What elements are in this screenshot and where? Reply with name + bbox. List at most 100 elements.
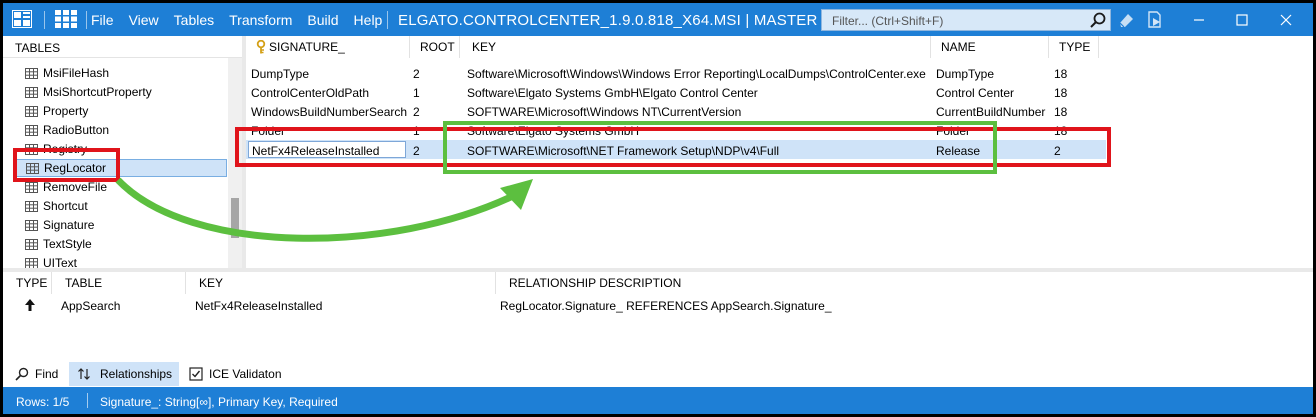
table-icon	[25, 238, 38, 250]
table-icon	[25, 86, 38, 98]
menu-file[interactable]: File	[91, 12, 114, 28]
column-header-label: TABLE	[65, 276, 103, 290]
cell-type[interactable]: 18	[1054, 67, 1067, 81]
column-header-signature[interactable]: SIGNATURE_	[246, 36, 410, 58]
cell-type[interactable]: 18	[1054, 86, 1067, 100]
cell-signature[interactable]: Folder	[251, 124, 409, 138]
cell-key[interactable]: Software\Elgato Systems GmbH\Elgato Cont…	[467, 86, 932, 100]
rel-column-description[interactable]: RELATIONSHIP DESCRIPTION	[496, 272, 1313, 294]
column-header-label: RELATIONSHIP DESCRIPTION	[509, 276, 682, 290]
column-header-label: ROOT	[420, 40, 455, 54]
cell-type[interactable]: 2	[1054, 144, 1061, 158]
tab-label: Relationships	[100, 367, 173, 381]
table-icon	[25, 105, 38, 117]
build-run-icon[interactable]	[1145, 10, 1165, 30]
relationships-panel: TYPE TABLE KEY RELATIONSHIP DESCRIPTION …	[3, 272, 1313, 358]
table-row-selected[interactable]: NetFx4ReleaseInstalled 2 SOFTWARE\Micros…	[246, 140, 1106, 159]
column-header-name[interactable]: NAME	[931, 36, 1049, 58]
table-item[interactable]: Shortcut	[11, 197, 226, 215]
cell-signature[interactable]: DumpType	[251, 67, 409, 81]
column-header-label: NAME	[941, 40, 976, 54]
table-item[interactable]: Signature	[11, 216, 226, 234]
bottom-tabs: Find Relationships ICE Validaton	[3, 361, 1313, 387]
rel-cell-key[interactable]: NetFx4ReleaseInstalled	[195, 299, 322, 313]
cell-root[interactable]: 1	[413, 124, 420, 138]
tables-header: TABLES	[3, 36, 242, 58]
filter-input[interactable]	[830, 12, 1084, 30]
checkbox-icon	[189, 367, 203, 381]
column-header-label: TYPE	[1059, 40, 1091, 54]
tab-label: ICE Validaton	[209, 367, 282, 381]
table-item[interactable]: Registry	[11, 140, 226, 158]
table-item[interactable]: MsiShortcutProperty	[11, 83, 226, 101]
cell-name[interactable]: Control Center	[936, 86, 1048, 100]
filter-box	[821, 9, 1111, 31]
table-row[interactable]: Folder 1 Software\Elgato Systems GmbH Fo…	[246, 121, 1106, 140]
table-item[interactable]: RemoveFile	[11, 178, 226, 196]
tables-panel: TABLES MsiFileHash MsiShortcutProperty P…	[3, 36, 242, 270]
rel-cell-description[interactable]: RegLocator.Signature_ REFERENCES AppSear…	[500, 299, 832, 313]
rel-cell-table[interactable]: AppSearch	[61, 299, 120, 313]
table-row[interactable]: ControlCenterOldPath 1 Software\Elgato S…	[246, 83, 1106, 102]
scrollbar-thumb[interactable]	[231, 198, 239, 238]
menu-transform[interactable]: Transform	[229, 12, 292, 28]
cell-signature[interactable]: NetFx4ReleaseInstalled	[252, 144, 402, 158]
tab-ice-validation[interactable]: ICE Validaton	[185, 362, 295, 386]
cell-name[interactable]: CurrentBuildNumber	[936, 105, 1048, 119]
cell-type[interactable]: 18	[1054, 124, 1067, 138]
menu-view[interactable]: View	[129, 12, 159, 28]
table-icon	[25, 219, 38, 231]
minimize-button[interactable]	[1176, 3, 1222, 36]
cell-key[interactable]: SOFTWARE\Microsoft\NET Framework Setup\N…	[467, 144, 932, 158]
column-header-type[interactable]: TYPE	[1049, 36, 1099, 58]
cell-signature[interactable]: ControlCenterOldPath	[251, 86, 409, 100]
cell-root[interactable]: 2	[413, 105, 420, 119]
column-header-label: KEY	[472, 40, 497, 54]
cell-root[interactable]: 1	[413, 86, 420, 100]
title-bar: File View Tables Transform Build Help EL…	[3, 3, 1313, 36]
cell-key[interactable]: Software\Elgato Systems GmbH	[467, 124, 932, 138]
cell-root[interactable]: 2	[413, 144, 420, 158]
cell-signature[interactable]: WindowsBuildNumberSearch	[251, 105, 409, 119]
menu-build[interactable]: Build	[307, 12, 338, 28]
table-item-label: Shortcut	[43, 199, 88, 213]
cell-key[interactable]: SOFTWARE\Microsoft\Windows NT\CurrentVer…	[467, 105, 932, 119]
menu-tables[interactable]: Tables	[174, 12, 214, 28]
window-title: ELGATO.CONTROLCENTER_1.9.0.818_X64.MSI |…	[398, 12, 823, 29]
cell-name[interactable]: Folder	[936, 124, 1048, 138]
table-item[interactable]: Property	[11, 102, 226, 120]
column-header-key[interactable]: KEY	[460, 36, 931, 58]
table-grid-icon[interactable]	[53, 8, 79, 30]
rel-column-table[interactable]: TABLE	[52, 272, 186, 294]
table-row[interactable]: WindowsBuildNumberSearch 2 SOFTWARE\Micr…	[246, 102, 1106, 121]
tables-scrollbar[interactable]	[228, 58, 242, 268]
table-item[interactable]: TextStyle	[11, 235, 226, 253]
column-header-label: KEY	[199, 276, 224, 290]
menu-help[interactable]: Help	[354, 12, 383, 28]
cell-root[interactable]: 2	[413, 67, 420, 81]
cell-type[interactable]: 18	[1054, 105, 1067, 119]
table-row[interactable]: DumpType 2 Software\Microsoft\Windows\Wi…	[246, 64, 1106, 83]
eraser-icon[interactable]	[1117, 10, 1137, 30]
search-icon[interactable]	[1089, 11, 1107, 32]
app-logo-icon	[9, 8, 35, 30]
table-item[interactable]: RadioButton	[11, 121, 226, 139]
table-item-label: MsiFileHash	[43, 66, 110, 80]
status-rows: Rows: 1/5	[16, 395, 70, 409]
rel-column-type[interactable]: TYPE	[3, 272, 52, 294]
cell-key[interactable]: Software\Microsoft\Windows\Windows Error…	[467, 67, 932, 81]
rel-column-key[interactable]: KEY	[186, 272, 496, 294]
table-icon	[25, 200, 38, 212]
tab-relationships[interactable]: Relationships	[69, 362, 179, 386]
cell-name[interactable]: Release	[936, 144, 1048, 158]
table-item-selected[interactable]: RegLocator	[13, 159, 227, 177]
maximize-button[interactable]	[1219, 3, 1265, 36]
close-button[interactable]	[1263, 3, 1309, 36]
status-column-info: Signature_: String[∞], Primary Key, Requ…	[100, 395, 338, 409]
table-item[interactable]: MsiFileHash	[11, 64, 226, 82]
tables-header-label: TABLES	[15, 41, 61, 55]
table-icon	[25, 181, 38, 193]
cell-name[interactable]: DumpType	[936, 67, 1048, 81]
column-header-root[interactable]: ROOT	[410, 36, 460, 58]
tab-find[interactable]: Find	[11, 362, 69, 386]
